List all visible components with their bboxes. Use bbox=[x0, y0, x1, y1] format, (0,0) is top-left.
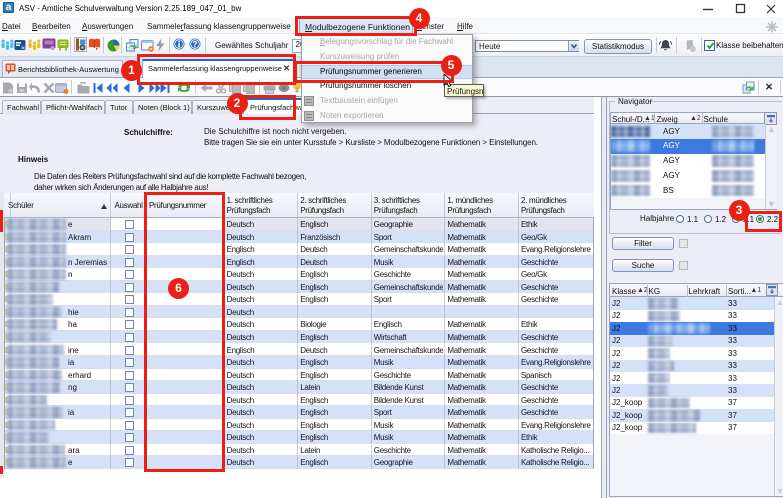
svg-text:?: ? bbox=[193, 40, 198, 49]
